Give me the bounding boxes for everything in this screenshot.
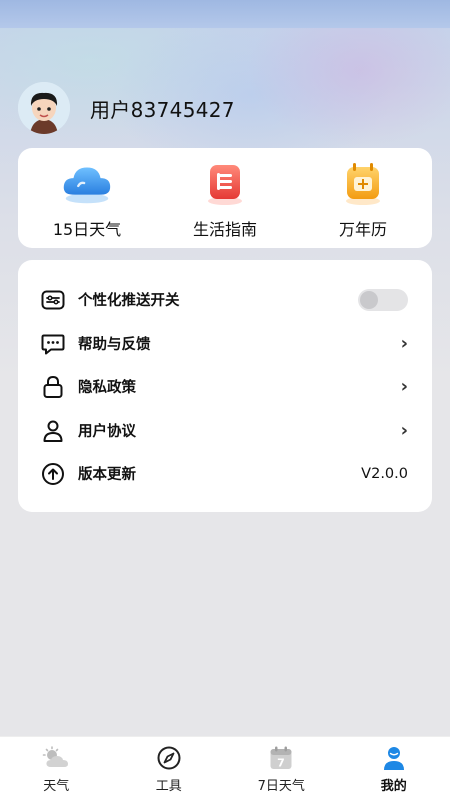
guide-icon (197, 158, 253, 208)
username: 用户83745427 (90, 97, 235, 122)
cloud-icon (59, 158, 115, 208)
setting-label: 用户协议 (78, 424, 136, 440)
weather-icon (42, 745, 70, 771)
calendar-7-icon: 7 (267, 745, 295, 771)
setting-label: 帮助与反馈 (78, 337, 151, 353)
nav-tab-mine[interactable]: 我的 (344, 737, 444, 794)
nav-tab-7day-weather[interactable]: 7 7日天气 (231, 737, 331, 794)
chevron-right-icon: › (400, 420, 408, 441)
nav-label: 天气 (43, 779, 70, 794)
lock-icon (40, 374, 66, 400)
toggle-knob (360, 290, 378, 309)
setting-user-agreement[interactable]: 用户协议 › (18, 409, 432, 452)
settings-card: 个性化推送开关 帮助与反馈 › 隐私政策 › 用户协议 › 版本更新 V2.0.… (18, 260, 432, 512)
setting-privacy-policy[interactable]: 隐私政策 › (18, 365, 432, 408)
chevron-right-icon: › (400, 333, 408, 354)
setting-label: 隐私政策 (78, 380, 136, 396)
calendar-icon (335, 158, 391, 208)
quick-actions-card: 15日天气 生活指南 万年历 (18, 148, 432, 248)
nav-label: 7日天气 (257, 779, 305, 794)
nav-label: 工具 (155, 779, 182, 794)
setting-push-toggle[interactable]: 个性化推送开关 (18, 278, 432, 321)
push-toggle-switch[interactable] (358, 288, 408, 311)
profile-header[interactable]: 用户83745427 (18, 82, 235, 134)
setting-version-update[interactable]: 版本更新 V2.0.0 (18, 452, 432, 495)
quick-action-label: 生活指南 (192, 220, 257, 239)
compass-icon (155, 745, 183, 771)
avatar[interactable] (18, 82, 70, 134)
quick-action-15day-weather[interactable]: 15日天气 (32, 148, 142, 240)
chat-icon (40, 331, 66, 357)
update-icon (40, 461, 66, 487)
nav-label: 我的 (380, 779, 407, 794)
push-toggle-icon (40, 287, 66, 313)
setting-label: 版本更新 (78, 467, 136, 483)
quick-action-life-guide[interactable]: 生活指南 (170, 148, 280, 240)
nav-tab-tools[interactable]: 工具 (119, 737, 219, 794)
quick-action-calendar[interactable]: 万年历 (308, 148, 418, 240)
status-bar (0, 0, 450, 28)
nav-tab-weather[interactable]: 天气 (6, 737, 106, 794)
quick-action-label: 万年历 (338, 220, 387, 239)
chevron-right-icon: › (400, 376, 408, 397)
bottom-nav: 天气 工具 7 7日天气 我的 (0, 736, 450, 801)
quick-action-label: 15日天气 (52, 220, 122, 239)
setting-help-feedback[interactable]: 帮助与反馈 › (18, 322, 432, 365)
calendar-badge-text: 7 (277, 757, 285, 770)
user-icon (40, 418, 66, 444)
setting-label: 个性化推送开关 (78, 293, 180, 309)
version-value: V2.0.0 (361, 465, 408, 482)
profile-icon (380, 745, 408, 771)
